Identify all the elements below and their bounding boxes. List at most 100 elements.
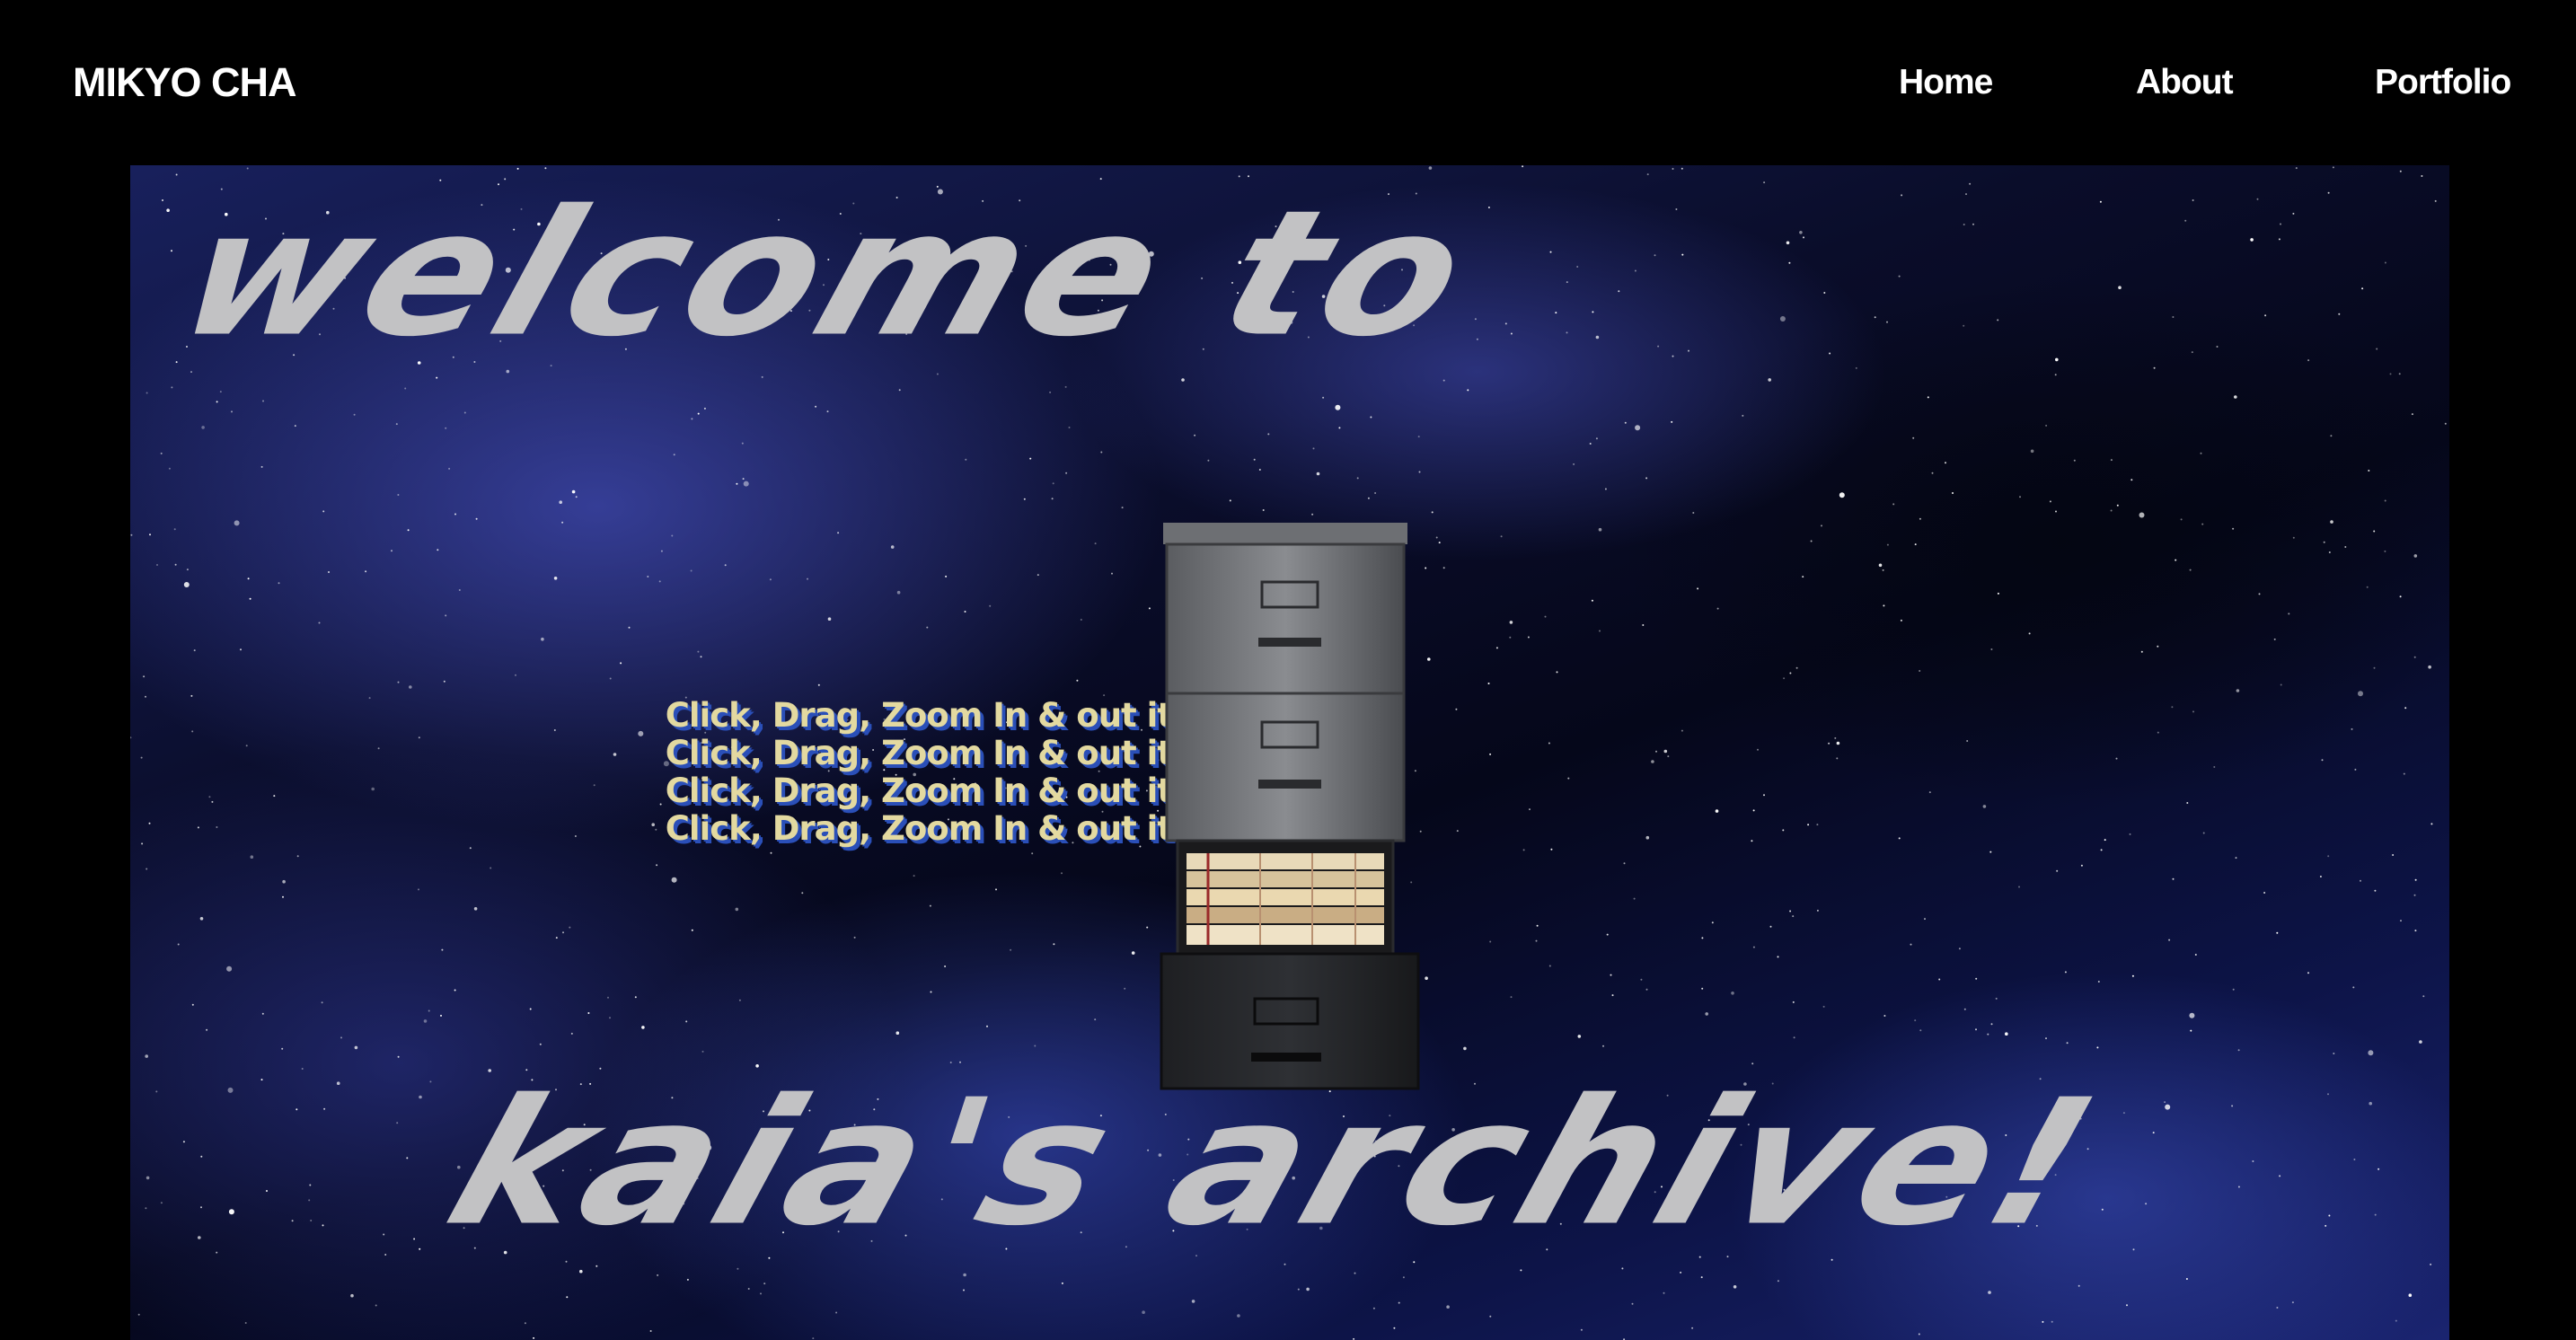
star xyxy=(2189,1012,2195,1018)
star xyxy=(2376,348,2378,350)
star xyxy=(2374,889,2377,892)
star xyxy=(1618,290,1620,293)
star xyxy=(1788,261,1791,264)
star xyxy=(587,1012,590,1014)
star xyxy=(191,730,194,733)
interaction-instructions: Click, Drag, Zoom In & out it Click, Dra… xyxy=(507,697,1173,848)
star xyxy=(628,626,631,629)
star xyxy=(1567,777,1570,780)
star xyxy=(2237,1186,2240,1188)
star xyxy=(1675,208,1678,210)
star xyxy=(1975,977,1978,980)
star xyxy=(2292,212,2295,215)
star xyxy=(1076,679,1079,682)
star xyxy=(995,888,997,891)
star xyxy=(743,480,749,487)
star xyxy=(1611,994,1614,997)
star xyxy=(1966,740,1969,742)
star xyxy=(2118,286,2122,289)
star xyxy=(234,520,240,526)
star xyxy=(1548,965,1551,967)
star xyxy=(2295,167,2298,170)
star xyxy=(201,426,205,429)
star xyxy=(2353,1159,2356,1160)
star xyxy=(1510,996,1513,999)
nav-link-home[interactable]: Home xyxy=(1899,56,1993,110)
star xyxy=(1034,1045,1037,1047)
star xyxy=(145,1207,147,1210)
star xyxy=(443,680,446,683)
star xyxy=(340,1036,342,1039)
star xyxy=(1094,1018,1097,1021)
star xyxy=(216,1251,218,1254)
star xyxy=(1645,835,1650,840)
nav-link-about[interactable]: About xyxy=(2136,56,2234,110)
star xyxy=(454,989,456,992)
star xyxy=(1874,316,1876,319)
star xyxy=(1645,477,1648,480)
star xyxy=(1691,1327,1694,1329)
nav-link-portfolio[interactable]: Portfolio xyxy=(2375,56,2511,110)
star xyxy=(1595,335,1600,339)
star xyxy=(1646,173,1649,176)
star xyxy=(2319,876,2322,877)
star xyxy=(2099,200,2102,203)
star xyxy=(2421,175,2423,177)
star xyxy=(208,796,211,798)
star xyxy=(160,1202,163,1204)
star xyxy=(555,937,558,939)
star xyxy=(247,577,250,580)
star xyxy=(1604,488,1607,490)
star xyxy=(761,375,763,378)
star xyxy=(2330,435,2333,437)
3d-viewer-canvas[interactable]: welcome to Click, Drag, Zoom In & out it… xyxy=(130,165,2449,1340)
star xyxy=(656,864,658,867)
star xyxy=(1910,943,1912,946)
site-brand-link[interactable]: MIKYO CHA xyxy=(73,56,296,110)
star xyxy=(1121,507,1124,509)
star xyxy=(1080,619,1082,621)
star xyxy=(826,410,829,413)
star xyxy=(1061,872,1063,875)
star xyxy=(1064,385,1067,388)
star xyxy=(2384,550,2386,552)
star xyxy=(1716,607,1719,610)
star xyxy=(1924,918,1926,921)
star xyxy=(1124,987,1126,990)
star xyxy=(2126,1304,2128,1307)
star xyxy=(260,1079,263,1081)
star xyxy=(1595,437,1598,440)
archive-headline: kaia's archive! xyxy=(427,1062,2122,1265)
star xyxy=(1834,736,1837,739)
star xyxy=(1476,338,1478,340)
star xyxy=(231,410,233,413)
star xyxy=(310,1220,313,1221)
star xyxy=(738,999,741,1001)
star xyxy=(1705,1012,1708,1016)
star xyxy=(249,597,251,600)
star xyxy=(2264,314,2267,317)
star xyxy=(318,622,321,624)
star xyxy=(2369,1101,2372,1106)
star xyxy=(1898,275,1901,278)
star xyxy=(1142,1310,1145,1314)
star xyxy=(149,533,151,536)
star xyxy=(1733,1285,1737,1289)
star xyxy=(1527,636,1530,639)
star xyxy=(641,1026,645,1029)
star xyxy=(441,948,444,951)
star xyxy=(2338,313,2341,315)
star xyxy=(140,756,143,759)
star xyxy=(1555,312,1557,314)
star xyxy=(1010,948,1012,951)
star xyxy=(801,892,804,895)
star xyxy=(2056,869,2059,872)
star xyxy=(2258,593,2261,595)
star xyxy=(2045,424,2048,427)
star xyxy=(1148,607,1151,610)
star xyxy=(2096,1046,2099,1049)
star xyxy=(1886,543,1889,546)
star xyxy=(2307,359,2310,362)
star xyxy=(1952,492,1954,494)
star xyxy=(383,1233,385,1236)
